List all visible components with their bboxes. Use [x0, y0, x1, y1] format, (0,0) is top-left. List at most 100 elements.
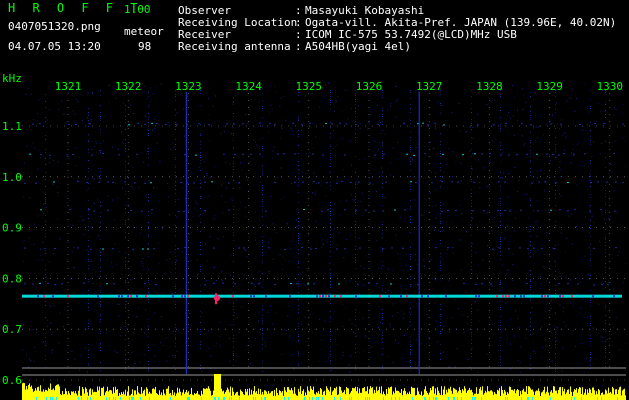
noise-speck: [52, 332, 54, 334]
level-bar: [220, 374, 221, 400]
noise-speck: [212, 92, 214, 94]
streak-dot: [148, 336, 149, 337]
noise-speck: [614, 140, 616, 142]
level-bar: [410, 394, 411, 400]
band-dot: [600, 209, 602, 211]
noise-speck: [73, 95, 75, 97]
level-bar: [254, 386, 255, 400]
noise-speck: [518, 180, 520, 181]
streak-dot: [555, 225, 556, 226]
streak-dot: [88, 281, 89, 282]
carrier-dot: [184, 295, 186, 298]
noise-speck: [261, 202, 263, 204]
streak-dot: [200, 144, 201, 145]
noise-speck: [281, 333, 283, 335]
noise-speck: [550, 308, 552, 310]
noise-speck: [66, 259, 68, 261]
x-tick-label: 1324: [235, 80, 262, 93]
streak-dot: [125, 119, 126, 120]
level-bar: [531, 389, 532, 400]
noise-speck: [384, 133, 386, 135]
streak-dot: [175, 301, 176, 302]
noise-speck: [424, 210, 426, 212]
level-bar: [584, 392, 585, 400]
streak-dot: [500, 340, 501, 341]
level-bar: [343, 392, 344, 400]
noise-speck: [423, 307, 425, 309]
noise-speck: [229, 289, 231, 291]
event-type: meteor: [124, 25, 164, 38]
streak-dot: [605, 196, 606, 197]
noise-speck: [259, 282, 261, 284]
streak-dot: [175, 139, 176, 140]
streak-dot: [530, 140, 531, 141]
level-bar: [405, 391, 406, 400]
level-bar: [447, 392, 448, 400]
band-dot: [498, 181, 500, 183]
noise-speck: [355, 180, 357, 182]
noise-speck: [153, 187, 154, 189]
noise-speck: [380, 133, 382, 135]
noise-speck: [177, 199, 179, 201]
noise-speck: [258, 219, 260, 221]
streak-dot: [382, 290, 383, 291]
noise-speck: [42, 341, 44, 343]
level-bar: [174, 392, 175, 400]
noise-speck: [133, 93, 135, 95]
noise-speck: [168, 121, 170, 123]
level-bar: [263, 394, 264, 400]
noise-speck: [86, 189, 88, 191]
streak-dot: [298, 267, 299, 268]
level-bar: [379, 386, 380, 400]
streak-dot: [471, 168, 472, 169]
streak-dot: [410, 344, 411, 345]
level-bar: [80, 395, 81, 400]
streak-dot: [100, 321, 101, 322]
streak-dot: [45, 139, 46, 140]
noise-speck: [290, 363, 292, 365]
noise-speck: [588, 112, 590, 114]
streak-dot: [471, 313, 472, 314]
streak-dot: [88, 126, 89, 127]
noise-speck: [517, 120, 519, 122]
streak-dot: [200, 222, 201, 223]
streak-dot: [262, 216, 263, 217]
noise-speck: [515, 211, 516, 213]
noise-speck: [308, 242, 310, 244]
level-bar: [438, 390, 439, 400]
noise-speck: [261, 211, 263, 213]
streak-dot: [605, 212, 606, 213]
streak-dot: [45, 101, 46, 102]
streak-dot: [330, 202, 331, 203]
noise-speck: [315, 191, 316, 193]
level-bar: [341, 390, 342, 400]
noise-speck: [580, 307, 582, 309]
band-dot: [594, 123, 596, 125]
streak-dot: [262, 337, 263, 338]
streak-dot: [530, 168, 531, 169]
noise-speck: [183, 108, 185, 110]
noise-speck: [92, 263, 94, 265]
streak-dot: [298, 312, 299, 313]
level-bar: [308, 390, 309, 400]
level-bar: [212, 394, 213, 400]
level-bar: [352, 387, 353, 400]
streak-dot: [175, 172, 176, 173]
level-bar: [286, 392, 287, 400]
streak-dot: [330, 133, 331, 134]
streak-dot: [605, 141, 606, 142]
noise-speck: [559, 169, 561, 171]
noise-speck: [83, 219, 85, 221]
streak-dot: [500, 107, 501, 108]
noise-speck: [440, 350, 442, 351]
noise-speck: [452, 246, 454, 248]
streak-dot: [148, 215, 149, 216]
noise-speck: [556, 123, 558, 125]
level-bar: [339, 386, 340, 400]
noise-speck: [109, 345, 111, 347]
band-dot: [211, 181, 213, 183]
band-dot: [243, 247, 245, 249]
level-bar: [97, 386, 98, 400]
level-bar: [381, 386, 382, 400]
noise-speck: [541, 347, 543, 348]
